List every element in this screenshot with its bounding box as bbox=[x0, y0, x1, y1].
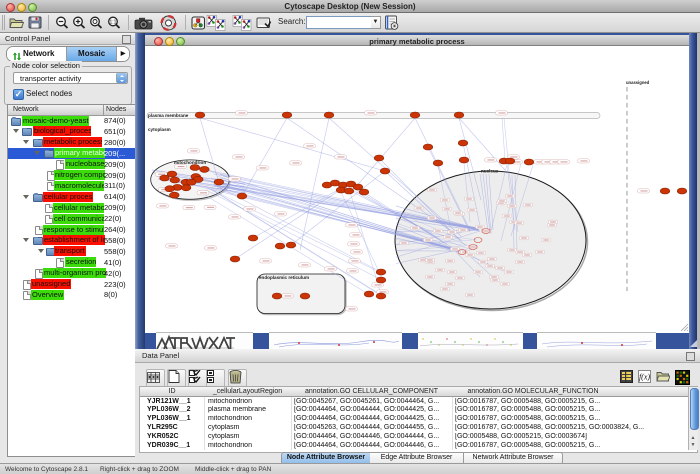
svg-text:mitochondrion: mitochondrion bbox=[174, 160, 206, 165]
svg-text:unassigned: unassigned bbox=[626, 80, 650, 85]
svg-text:nucleus: nucleus bbox=[481, 169, 499, 174]
svg-text:cytoplasm: cytoplasm bbox=[148, 127, 171, 132]
svg-text:f(x): f(x) bbox=[639, 373, 650, 382]
svg-text:1:1: 1:1 bbox=[110, 20, 117, 26]
svg-text:endoplasmic reticulum: endoplasmic reticulum bbox=[259, 275, 309, 280]
svg-text:plasma membrane: plasma membrane bbox=[148, 113, 189, 118]
